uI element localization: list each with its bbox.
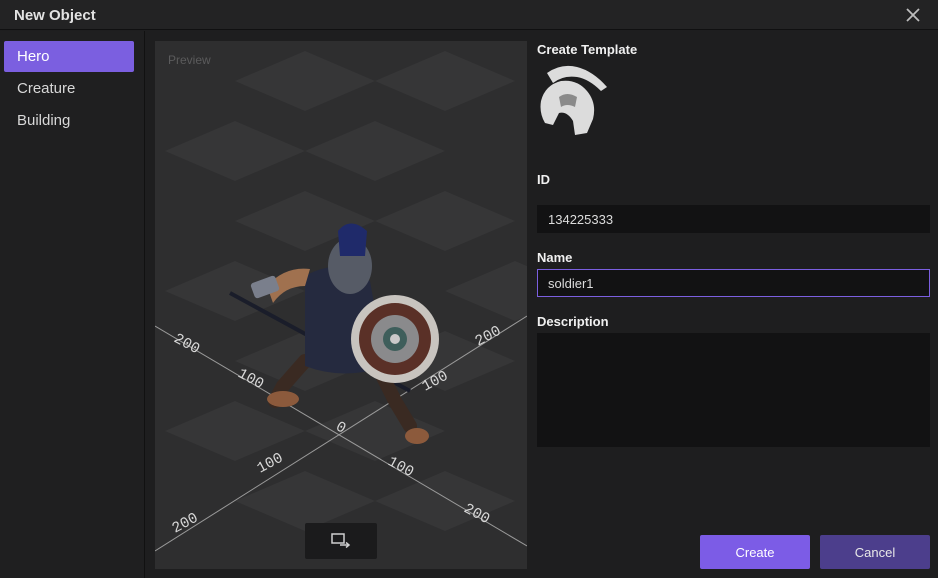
sidebar-item-creature[interactable]: Creature xyxy=(4,73,134,104)
close-icon xyxy=(906,8,920,22)
sidebar-item-hero[interactable]: Hero xyxy=(4,41,134,72)
description-field[interactable] xyxy=(537,333,930,447)
window-title: New Object xyxy=(14,7,96,24)
id-label: ID xyxy=(537,172,550,187)
name-label: Name xyxy=(537,250,573,265)
title-bar: New Object xyxy=(0,0,938,30)
preview-scene: 200 100 0 100 200 200 100 200 100 xyxy=(155,41,527,569)
id-field[interactable] xyxy=(537,205,930,233)
cancel-button[interactable]: Cancel xyxy=(820,535,930,569)
close-button[interactable] xyxy=(902,4,924,26)
description-label: Description xyxy=(537,314,609,329)
name-field[interactable] xyxy=(537,269,930,297)
create-template-label: Create Template xyxy=(537,42,638,57)
category-sidebar: Hero Creature Building xyxy=(0,31,145,578)
preview-toggle-button[interactable] xyxy=(305,523,377,559)
create-button[interactable]: Create xyxy=(700,535,810,569)
switch-view-icon xyxy=(331,533,351,549)
spartan-helmet-icon[interactable] xyxy=(537,63,615,139)
preview-label: Preview xyxy=(168,53,211,67)
sidebar-item-building[interactable]: Building xyxy=(4,105,134,136)
preview-viewport[interactable]: 200 100 0 100 200 200 100 200 100 Previe… xyxy=(155,41,527,569)
